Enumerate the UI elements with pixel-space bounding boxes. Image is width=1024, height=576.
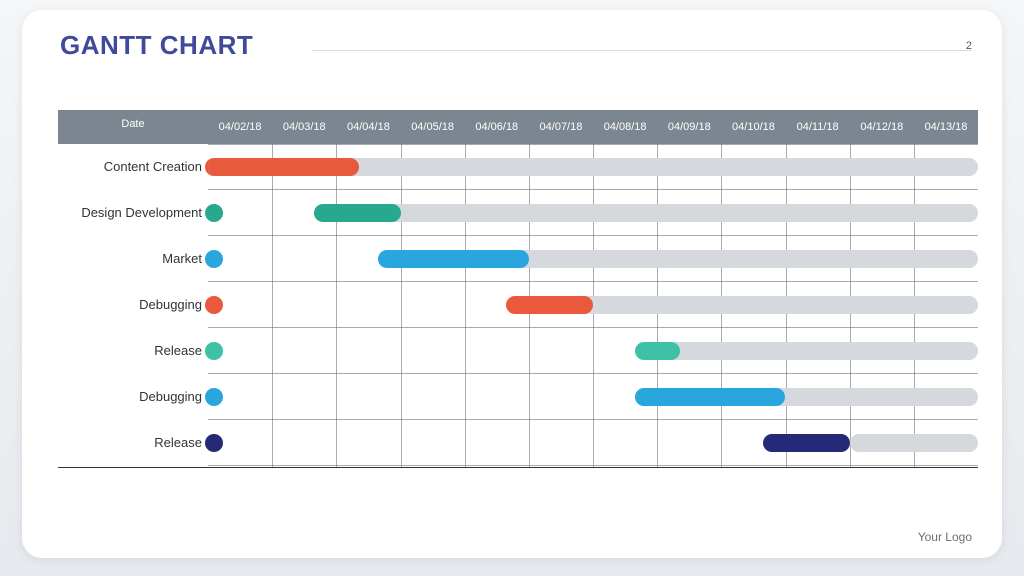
gantt-date-tick: 04/03/18 bbox=[272, 110, 336, 144]
gantt-row-label: Release bbox=[58, 420, 208, 466]
gantt-row: Debugging bbox=[58, 282, 978, 328]
gantt-row-dot bbox=[205, 250, 223, 268]
gantt-date-tick: 04/02/18 bbox=[208, 110, 272, 144]
footer-logo-text: Your Logo bbox=[918, 530, 972, 544]
gantt-header-dates: 04/02/1804/03/1804/04/1804/05/1804/06/18… bbox=[208, 110, 978, 144]
gantt-row-bar bbox=[763, 434, 850, 452]
gantt-row: Release bbox=[58, 420, 978, 466]
gantt-date-tick: 04/04/18 bbox=[336, 110, 400, 144]
gantt-row-dot bbox=[205, 342, 223, 360]
gantt-date-tick: 04/11/18 bbox=[786, 110, 850, 144]
gantt-row-label: Release bbox=[58, 328, 208, 374]
gantt-chart: Date 04/02/1804/03/1804/04/1804/05/1804/… bbox=[58, 110, 978, 480]
gantt-date-tick: 04/12/18 bbox=[850, 110, 914, 144]
chart-title: GANTT CHART bbox=[60, 30, 253, 61]
gantt-date-tick: 04/05/18 bbox=[401, 110, 465, 144]
gantt-row-track bbox=[657, 342, 978, 360]
gantt-row-dot bbox=[205, 204, 223, 222]
gantt-row: Content Creation bbox=[58, 144, 978, 190]
gantt-row-bar bbox=[635, 342, 680, 360]
gantt-row-track bbox=[850, 434, 978, 452]
gantt-date-tick: 04/08/18 bbox=[593, 110, 657, 144]
gantt-row-bar bbox=[208, 158, 359, 176]
gantt-row: Debugging bbox=[58, 374, 978, 420]
gantt-date-tick: 04/07/18 bbox=[529, 110, 593, 144]
gantt-row-dot bbox=[205, 388, 223, 406]
gantt-baseline bbox=[58, 467, 978, 468]
gantt-row-track bbox=[336, 204, 978, 222]
gantt-row: Design Development bbox=[58, 190, 978, 236]
gantt-row-label: Debugging bbox=[58, 374, 208, 420]
gantt-row-bar bbox=[378, 250, 529, 268]
page-number: 2 bbox=[966, 40, 972, 52]
gantt-row-label: Debugging bbox=[58, 282, 208, 328]
gantt-header: Date 04/02/1804/03/1804/04/1804/05/1804/… bbox=[58, 110, 978, 144]
gantt-header-label: Date bbox=[58, 110, 208, 148]
gantt-date-tick: 04/09/18 bbox=[657, 110, 721, 144]
gantt-date-tick: 04/10/18 bbox=[721, 110, 785, 144]
gantt-row-label: Market bbox=[58, 236, 208, 282]
gantt-row-label: Design Development bbox=[58, 190, 208, 236]
gantt-row: Release bbox=[58, 328, 978, 374]
title-rule bbox=[312, 50, 972, 51]
gantt-row-dot bbox=[205, 296, 223, 314]
gantt-row-bar bbox=[506, 296, 593, 314]
gantt-row-label: Content Creation bbox=[58, 144, 208, 190]
gantt-row-track bbox=[529, 296, 978, 314]
slide-card: GANTT CHART 2 Date 04/02/1804/03/1804/04… bbox=[22, 10, 1002, 558]
gantt-rows: Content CreationDesign DevelopmentMarket… bbox=[58, 144, 978, 480]
gantt-row-bar bbox=[635, 388, 786, 406]
gantt-date-tick: 04/06/18 bbox=[465, 110, 529, 144]
gantt-row: Market bbox=[58, 236, 978, 282]
gantt-date-tick: 04/13/18 bbox=[914, 110, 978, 144]
gantt-row-bar bbox=[314, 204, 401, 222]
gantt-row-dot bbox=[205, 434, 223, 452]
